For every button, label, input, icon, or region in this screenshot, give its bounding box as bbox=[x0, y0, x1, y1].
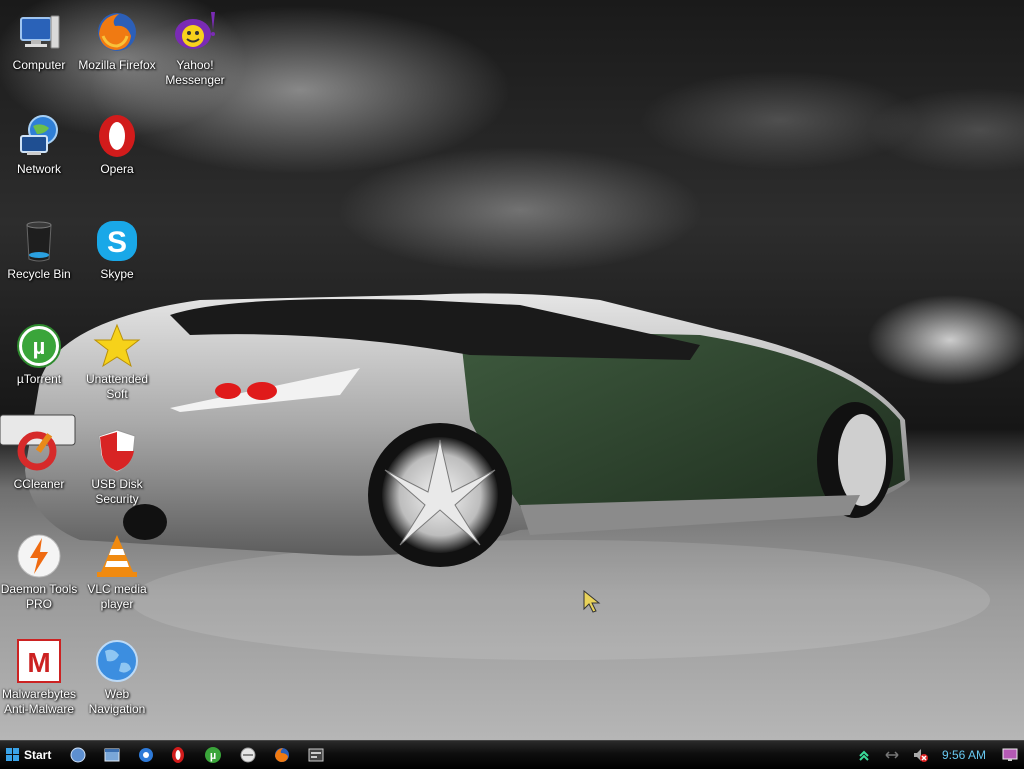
desktop-icon-ccleaner[interactable]: CCleaner bbox=[0, 427, 78, 492]
malwarebytes-icon: M bbox=[17, 639, 61, 683]
yahoo-messenger-icon bbox=[175, 12, 215, 49]
desktop-icon-label: VLC media player bbox=[87, 582, 147, 611]
ccleaner-icon bbox=[17, 431, 57, 471]
quicklaunch-firefox-icon[interactable] bbox=[273, 746, 291, 764]
network-globe-icon bbox=[20, 115, 58, 155]
svg-text:M: M bbox=[27, 647, 50, 678]
taskbar-clock[interactable]: 9:56 AM bbox=[942, 748, 986, 762]
start-button[interactable]: Start bbox=[2, 744, 57, 766]
desktop-icon-yahoo-messenger[interactable]: Yahoo! Messenger bbox=[156, 8, 234, 88]
desktop-icon-label: Computer bbox=[12, 58, 66, 72]
show-hidden-icons-chevron-icon[interactable] bbox=[856, 747, 872, 763]
desktop-icon-recycle-bin[interactable]: Recycle Bin bbox=[0, 217, 78, 282]
desktop-icon-web-navigation[interactable]: Web Navigation bbox=[78, 637, 156, 717]
quicklaunch-opera-icon[interactable] bbox=[169, 746, 187, 764]
utorrent-icon: µ bbox=[17, 324, 61, 368]
taskbar: Start µ 9:56 AM bbox=[0, 740, 1024, 769]
desktop-icon-label: Opera bbox=[100, 162, 134, 176]
desktop-icon-label: USB Disk Security bbox=[91, 477, 143, 506]
quicklaunch-utorrent-icon[interactable]: µ bbox=[204, 746, 222, 764]
daemon-tools-icon bbox=[17, 534, 61, 578]
start-label: Start bbox=[24, 748, 52, 762]
desktop-icon-computer[interactable]: Computer bbox=[0, 8, 78, 73]
desktop-icon-label: Yahoo! Messenger bbox=[165, 58, 225, 87]
show-desktop-monitor-icon[interactable] bbox=[1002, 747, 1018, 763]
desktop-icon-usb-disk-security[interactable]: USB Disk Security bbox=[78, 427, 156, 507]
volume-muted-icon[interactable] bbox=[912, 747, 928, 763]
desktop-icon-skype[interactable]: S Skype bbox=[78, 217, 156, 282]
desktop-icon-label: µTorrent bbox=[16, 372, 62, 386]
desktop-icon-label: Daemon Tools PRO bbox=[0, 582, 78, 611]
desktop-icon-daemon-tools[interactable]: Daemon Tools PRO bbox=[0, 532, 78, 612]
svg-text:S: S bbox=[107, 226, 127, 259]
desktop-icon-malwarebytes[interactable]: M Malwarebytes Anti-Malware bbox=[0, 637, 78, 717]
desktop-icon-label: Skype bbox=[100, 267, 134, 281]
star-icon bbox=[93, 323, 141, 368]
desktop-icon-firefox[interactable]: Mozilla Firefox bbox=[78, 8, 156, 73]
desktop-icon-label: Network bbox=[16, 162, 61, 176]
desktop-icon-label: Mozilla Firefox bbox=[78, 58, 156, 72]
globe-icon bbox=[96, 640, 138, 682]
windows-logo-icon bbox=[6, 748, 19, 761]
mouse-cursor-icon bbox=[583, 590, 601, 613]
quicklaunch-window-icon[interactable] bbox=[307, 746, 325, 764]
vlc-cone-icon bbox=[97, 535, 137, 577]
desktop-icon-opera[interactable]: Opera bbox=[78, 112, 156, 177]
desktop-icon-unattended-soft[interactable]: Unattended Soft bbox=[78, 322, 156, 402]
network-connection-icon[interactable] bbox=[884, 747, 900, 763]
firefox-icon bbox=[98, 13, 136, 51]
quicklaunch-ie-icon[interactable] bbox=[137, 746, 155, 764]
quicklaunch-explorer-icon[interactable] bbox=[103, 746, 121, 764]
quicklaunch-show-desktop-icon[interactable] bbox=[69, 746, 87, 764]
desktop-icon-utorrent[interactable]: µ µTorrent bbox=[0, 322, 78, 387]
shield-icon bbox=[98, 429, 136, 473]
computer-icon bbox=[20, 15, 60, 49]
system-tray: 9:56 AM bbox=[850, 741, 1024, 769]
desktop-icon-label: Malwarebytes Anti-Malware bbox=[1, 687, 77, 716]
skype-icon: S bbox=[97, 221, 137, 261]
svg-text:µ: µ bbox=[33, 334, 46, 359]
recycle-bin-icon bbox=[26, 221, 52, 262]
opera-icon bbox=[99, 115, 135, 157]
quicklaunch-media-icon[interactable] bbox=[239, 746, 257, 764]
svg-text:µ: µ bbox=[210, 750, 216, 762]
desktop-icon-label: Web Navigation bbox=[88, 687, 146, 716]
desktop-icon-label: CCleaner bbox=[13, 477, 65, 491]
desktop-icon-label: Recycle Bin bbox=[7, 267, 71, 281]
desktop-icon-label: Unattended Soft bbox=[85, 372, 149, 401]
desktop-icon-vlc[interactable]: VLC media player bbox=[78, 532, 156, 612]
desktop-icon-network[interactable]: Network bbox=[0, 112, 78, 177]
